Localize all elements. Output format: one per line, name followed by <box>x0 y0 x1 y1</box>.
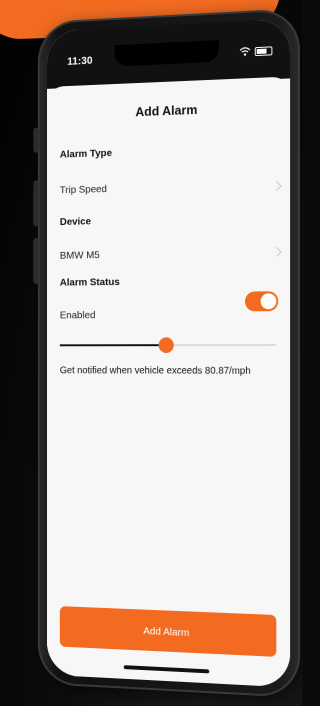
camera-notch <box>114 40 219 67</box>
status-time: 11:30 <box>67 54 93 68</box>
speed-slider-thumb[interactable] <box>158 337 174 353</box>
add-alarm-button[interactable]: Add Alarm <box>59 606 277 657</box>
wifi-icon <box>239 46 251 56</box>
phone-volume-down-button <box>33 237 39 284</box>
phone-volume-up-button <box>33 180 39 227</box>
battery-icon <box>254 45 273 56</box>
chevron-right-icon[interactable] <box>271 246 282 257</box>
device-value[interactable]: BMW M5 <box>60 249 100 261</box>
speed-slider[interactable] <box>59 337 277 353</box>
chevron-right-icon[interactable] <box>271 181 282 192</box>
device-label: Device <box>59 215 92 228</box>
alarm-status-label: Alarm Status <box>59 276 120 289</box>
alarm-enabled-toggle[interactable] <box>245 291 279 312</box>
alarm-type-value[interactable]: Trip Speed <box>60 183 107 196</box>
alarm-status-value: Enabled <box>59 309 96 322</box>
speed-slider-fill <box>59 344 167 347</box>
phone-frame: 11:30 Add Alarm Alarm Type Trip Speed De… <box>33 8 300 698</box>
scene: 11:30 Add Alarm Alarm Type Trip Speed De… <box>0 0 302 706</box>
phone-side-button <box>33 127 39 153</box>
home-indicator <box>123 665 210 674</box>
phone-screen: 11:30 Add Alarm Alarm Type Trip Speed De… <box>46 18 291 688</box>
status-icons <box>239 45 273 57</box>
add-alarm-sheet: Add Alarm Alarm Type Trip Speed Device B… <box>46 76 291 688</box>
toggle-knob <box>260 293 277 310</box>
notification-text: Get notified when vehicle exceeds 80.87/… <box>59 365 251 377</box>
page-title: Add Alarm <box>135 102 198 120</box>
alarm-type-label: Alarm Type <box>59 147 113 161</box>
